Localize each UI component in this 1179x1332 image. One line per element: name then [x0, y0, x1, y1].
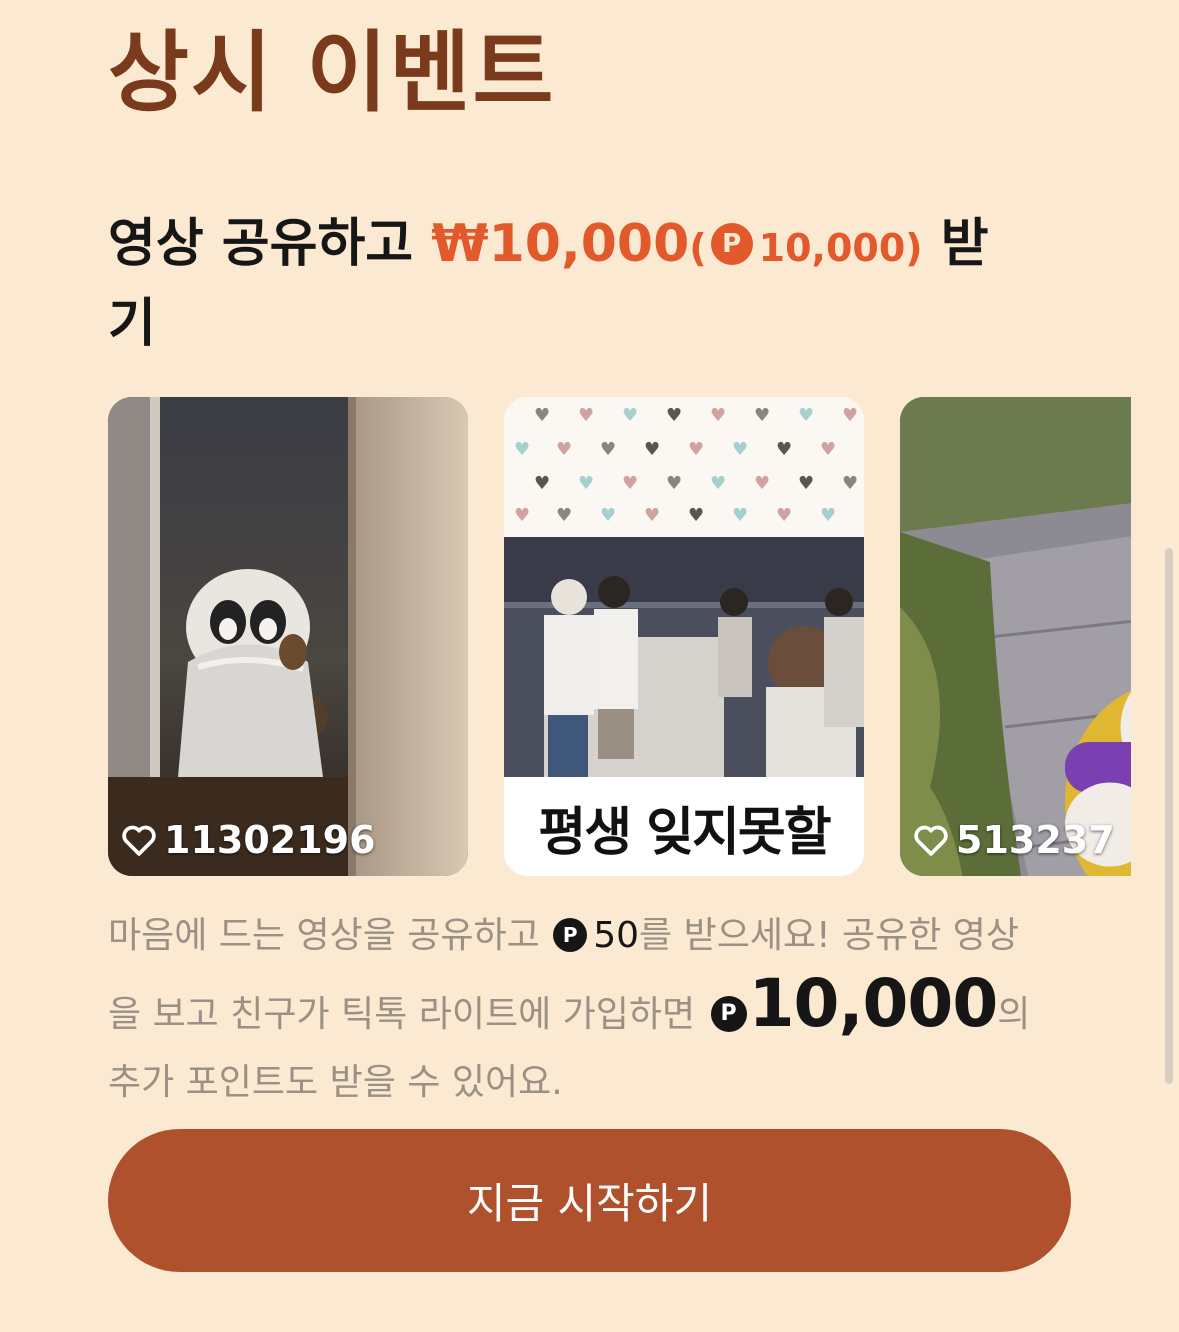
svg-text:♥: ♥ [754, 473, 770, 494]
svg-text:♥: ♥ [514, 439, 530, 460]
svg-text:♥: ♥ [732, 505, 748, 526]
start-now-button[interactable]: 지금 시작하기 [108, 1129, 1071, 1272]
svg-text:♥: ♥ [732, 439, 748, 460]
svg-text:♥: ♥ [534, 405, 550, 426]
svg-text:♥: ♥ [622, 473, 638, 494]
svg-text:♥: ♥ [534, 473, 550, 494]
svg-text:♥: ♥ [666, 473, 682, 494]
svg-text:♥: ♥ [842, 405, 858, 426]
heart-icon [914, 825, 948, 856]
promo-points: 10,000 [758, 226, 906, 270]
reward-small: 50 [593, 915, 640, 956]
svg-text:♥: ♥ [842, 473, 858, 494]
video-thumbnail-penguin [108, 397, 468, 876]
promo-amount: ₩10,000 [431, 214, 690, 274]
svg-text:♥: ♥ [578, 405, 594, 426]
svg-text:♥: ♥ [798, 405, 814, 426]
svg-text:♥: ♥ [600, 505, 616, 526]
svg-text:♥: ♥ [578, 473, 594, 494]
video-card[interactable]: ♥ ♥ ♥ ♥ ♥ ♥ ♥ ♥ ♥ ♥ ♥ ♥ ♥ ♥ ♥ ♥ ♥ ♥ ♥ ♥ ♥ ♥ ♥ ♥ ♥ ♥ ♥ ♥ ♥ ♥ ♥ ♥ 평생 잊… [504, 397, 864, 876]
video-card[interactable]: 513237 [900, 397, 1131, 876]
svg-text:♥: ♥ [776, 439, 792, 460]
event-description: 마음에 드는 영상을 공유하고 P 50를 받으세요! 공유한 영상을 보고 친구… [108, 902, 1048, 1117]
heart-icon [122, 825, 156, 856]
point-coin-icon: P [710, 996, 747, 1032]
svg-text:♥: ♥ [710, 405, 726, 426]
svg-text:♥: ♥ [820, 505, 836, 526]
description-part1: 마음에 드는 영상을 공유하고 [108, 915, 552, 956]
point-coin-icon: P [710, 223, 753, 265]
svg-text:♥: ♥ [820, 439, 836, 460]
section-title: 상시 이벤트 [108, 21, 556, 124]
like-count: 513237 [912, 818, 1115, 862]
point-coin-icon: P [553, 918, 588, 952]
svg-text:♥: ♥ [688, 505, 704, 526]
video-card[interactable]: 11302196 [108, 397, 468, 876]
promo-prefix: 영상 공유하고 [108, 214, 432, 274]
like-count: 11302196 [120, 818, 376, 862]
promo-paren-open: ( [689, 226, 707, 270]
like-count-value: 11302196 [164, 818, 376, 862]
svg-text:♥: ♥ [666, 405, 682, 426]
svg-text:♥: ♥ [644, 505, 660, 526]
video-caption: 평생 잊지못할 [504, 778, 864, 876]
svg-text:♥: ♥ [514, 505, 530, 526]
svg-text:♥: ♥ [710, 473, 726, 494]
svg-text:♥: ♥ [622, 405, 638, 426]
svg-text:♥: ♥ [600, 439, 616, 460]
video-thumbnail-dog [900, 397, 1131, 876]
reward-big: 10,000 [748, 965, 999, 1042]
svg-text:♥: ♥ [798, 473, 814, 494]
video-carousel[interactable]: 11302196 ♥ ♥ ♥ ♥ ♥ ♥ ♥ ♥ ♥ ♥ ♥ ♥ ♥ ♥ ♥ ♥ ♥ ♥ ♥ ♥ ♥ ♥ ♥ ♥ ♥ ♥ ♥ ♥… [108, 397, 1131, 876]
svg-text:♥: ♥ [644, 439, 660, 460]
like-count-value: 513237 [956, 818, 1115, 862]
svg-text:♥: ♥ [556, 439, 572, 460]
svg-text:♥: ♥ [556, 505, 572, 526]
svg-text:♥: ♥ [688, 439, 704, 460]
svg-text:♥: ♥ [754, 405, 770, 426]
scrollbar[interactable] [1165, 548, 1173, 1084]
promo-paren-close: ) [905, 226, 923, 270]
svg-text:♥: ♥ [776, 505, 792, 526]
promo-heading: 영상 공유하고 ₩10,000(P 10,000) 받기 [108, 206, 1028, 362]
